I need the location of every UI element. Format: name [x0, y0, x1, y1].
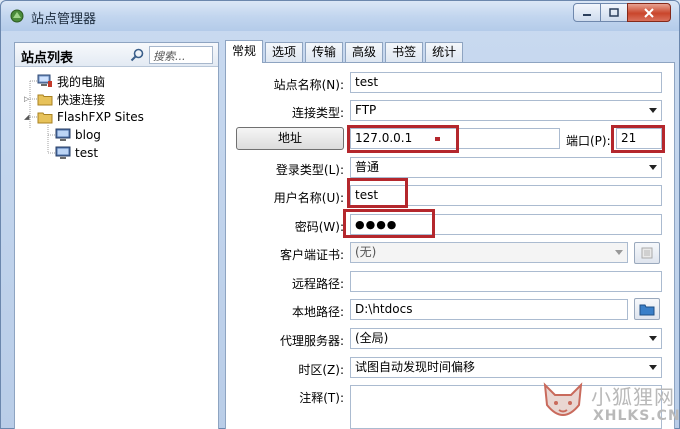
client-cert-label: 客户端证书: — [279, 248, 344, 262]
notes-label: 注释(T): — [299, 391, 344, 405]
proxy-select[interactable]: (全局) — [350, 328, 662, 349]
folder-open-icon — [639, 304, 655, 316]
title-bar[interactable]: 站点管理器 — [1, 1, 679, 31]
tab-bookmarks[interactable]: 书签 — [385, 42, 424, 63]
port-label: 端口(P): — [566, 134, 611, 148]
minimize-icon — [583, 13, 591, 16]
tab-statistics[interactable]: 统计 — [425, 42, 464, 63]
proxy-label: 代理服务器: — [279, 334, 344, 348]
tree-item-label: test — [75, 146, 99, 160]
expand-arrow-icon[interactable]: ▷ — [24, 95, 32, 103]
tree-item-flashfxp-sites[interactable]: FlashFXP Sites — [37, 108, 144, 126]
window-title: 站点管理器 — [31, 12, 97, 27]
tab-options[interactable]: 选项 — [265, 42, 304, 63]
app-icon — [10, 9, 24, 23]
password-label: 密码(W): — [294, 220, 344, 234]
proxy-value: (全局) — [355, 331, 389, 345]
close-button[interactable] — [627, 3, 671, 22]
monitor-icon — [55, 146, 71, 159]
tree-item-site-blog[interactable]: blog — [55, 126, 101, 144]
folder-icon — [37, 112, 53, 124]
certificate-icon — [641, 247, 653, 259]
site-name-label: 站点名称(N): — [273, 78, 344, 92]
login-type-label: 登录类型(L): — [275, 163, 344, 177]
username-label: 用户名称(U): — [273, 191, 344, 205]
watermark: 小狐狸网 XHLKS.CN — [539, 379, 680, 429]
client-cert-select: (无) — [350, 242, 628, 263]
site-search-input[interactable]: 搜索... — [149, 46, 213, 64]
general-settings-panel: 站点名称(N): test 连接类型: FTP 地址 127.0.0.1 端口(… — [225, 62, 675, 429]
tree-item-my-computer[interactable]: 我的电脑 — [37, 72, 105, 90]
window-controls — [573, 3, 671, 23]
chevron-down-icon — [649, 365, 657, 370]
site-list-panel: 站点列表 搜索... 我的电脑 ▷ 快速连接 ◢ FlashFXP Sites … — [14, 42, 219, 429]
site-manager-window: 站点管理器 站点列表 搜索... 我的电脑 ▷ 快速连接 ◢ FlashFXP … — [0, 0, 680, 429]
remote-path-label: 远程路径: — [291, 277, 344, 291]
tree-item-label: blog — [75, 128, 101, 142]
password-highlight-box — [343, 209, 435, 238]
address-button[interactable]: 地址 — [236, 127, 344, 150]
folder-icon — [37, 94, 53, 106]
site-list-header: 站点列表 搜索... — [15, 43, 218, 67]
maximize-button[interactable] — [600, 3, 628, 22]
connection-type-value: FTP — [355, 103, 377, 117]
tab-transfer[interactable]: 传输 — [305, 42, 344, 63]
chevron-down-icon — [615, 250, 623, 255]
watermark-text-cn: 小狐狸网 — [591, 385, 675, 409]
connection-type-select[interactable]: FTP — [350, 100, 662, 121]
login-type-select[interactable]: 普通 — [350, 157, 662, 178]
login-type-value: 普通 — [355, 160, 380, 174]
local-path-label: 本地路径: — [291, 305, 344, 319]
port-highlight-box — [611, 125, 665, 153]
tab-general[interactable]: 常规 — [225, 40, 264, 63]
remote-path-field[interactable] — [350, 271, 662, 292]
maximize-icon — [609, 7, 619, 17]
cert-browse-button — [634, 242, 660, 264]
tree-item-site-test[interactable]: test — [55, 144, 98, 162]
tree-item-label: FlashFXP Sites — [57, 110, 144, 124]
fox-logo-icon — [543, 382, 583, 416]
collapse-arrow-icon[interactable]: ◢ — [24, 113, 32, 121]
tree-item-label: 我的电脑 — [57, 74, 106, 89]
close-icon — [644, 7, 654, 18]
monitor-icon — [55, 128, 71, 141]
tree-item-label: 快速连接 — [57, 92, 106, 107]
local-path-field[interactable]: D:\htdocs — [350, 299, 628, 320]
chevron-down-icon — [649, 336, 657, 341]
computer-icon — [37, 74, 52, 87]
site-list-title: 站点列表 — [21, 51, 74, 66]
site-name-field[interactable]: test — [350, 72, 662, 93]
timezone-select[interactable]: 试图自动发现时间偏移 — [350, 357, 662, 378]
search-icon[interactable] — [129, 47, 145, 63]
client-cert-value: (无) — [355, 245, 377, 259]
connection-type-label: 连接类型: — [291, 106, 344, 120]
watermark-text-en: XHLKS.CN — [593, 408, 680, 424]
minimize-button[interactable] — [573, 3, 601, 22]
timezone-value: 试图自动发现时间偏移 — [355, 360, 476, 374]
chevron-down-icon — [649, 165, 657, 170]
tree-item-quick-connect[interactable]: 快速连接 — [37, 90, 105, 108]
address-highlight-box — [347, 125, 459, 153]
chevron-down-icon — [649, 108, 657, 113]
timezone-label: 时区(Z): — [298, 363, 344, 377]
settings-tabs: 常规 选项 传输 高级 书签 统计 — [225, 40, 465, 63]
username-highlight-box — [347, 178, 408, 208]
tab-advanced[interactable]: 高级 — [345, 42, 384, 63]
local-path-browse-button[interactable] — [634, 298, 660, 320]
